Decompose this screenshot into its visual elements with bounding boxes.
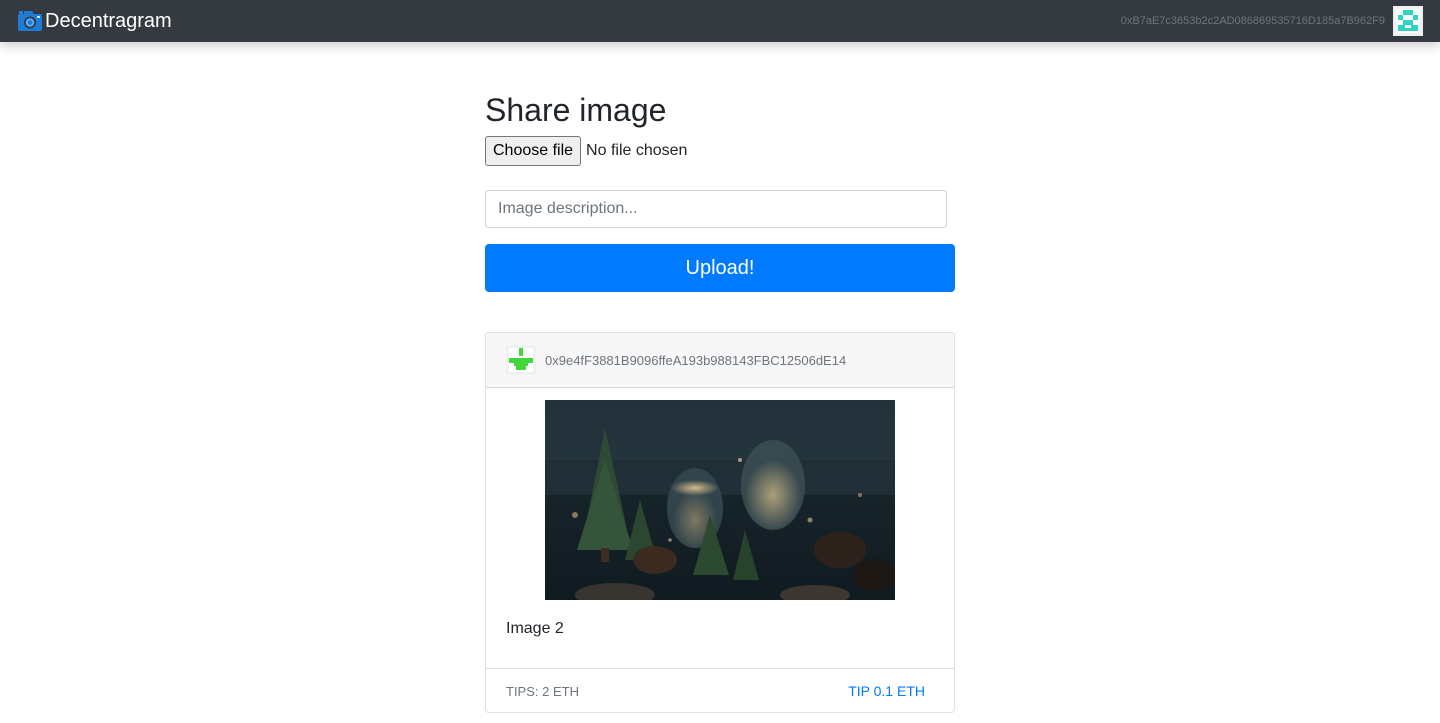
post-image xyxy=(545,400,895,600)
post-header: 0x9e4fF3881B9096ffeA193b988143FBC12506dE… xyxy=(486,333,954,388)
file-picker: Choose file No file chosen xyxy=(485,136,955,166)
post-body: Image 2 xyxy=(486,388,954,669)
tips-total: TIPS: 2 ETH xyxy=(506,683,579,699)
camera-icon xyxy=(18,11,42,31)
account-address: 0xB7aE7c3653b2c2AD086869535716D185a7B962… xyxy=(1120,15,1385,27)
post-description: Image 2 xyxy=(506,620,564,637)
brand-name: Decentragram xyxy=(45,10,172,32)
author-address: 0x9e4fF3881B9096ffeA193b988143FBC12506dE… xyxy=(545,352,847,368)
author-identicon-avatar xyxy=(506,345,536,375)
post-card: 0x9e4fF3881B9096ffeA193b988143FBC12506dE… xyxy=(485,332,955,713)
page-title: Share image xyxy=(485,92,667,128)
tip-button[interactable]: TIP 0.1 ETH xyxy=(848,683,925,699)
file-status: No file chosen xyxy=(586,142,688,159)
upload-section: Share image Choose file No file chosen U… xyxy=(485,92,955,292)
top-navbar: Decentragram 0xB7aE7c3653b2c2AD086869535… xyxy=(0,0,1440,42)
post-footer: TIPS: 2 ETH TIP 0.1 ETH xyxy=(486,669,954,712)
account-identicon-avatar xyxy=(1393,6,1423,36)
upload-button[interactable]: Upload! xyxy=(485,244,955,292)
choose-file-button[interactable]: Choose file xyxy=(485,136,582,166)
account-area: 0xB7aE7c3653b2c2AD086869535716D185a7B962… xyxy=(1121,6,1440,36)
brand-link[interactable]: Decentragram xyxy=(0,0,172,42)
image-description-input[interactable] xyxy=(485,190,947,228)
